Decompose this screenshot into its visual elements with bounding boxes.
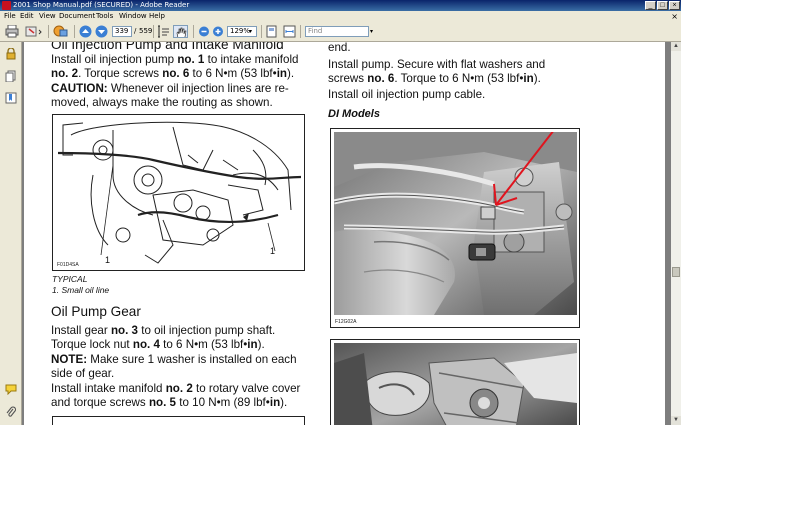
toolbar-separator <box>261 25 262 38</box>
document-page: Oil Injection Pump and Intake Manifold I… <box>24 42 665 425</box>
figure-code: F01D4SA <box>57 262 79 268</box>
figure-di-pump-photo: F12G02A <box>330 128 580 328</box>
toolbar-separator <box>300 25 301 38</box>
caution-paragraph: CAUTION: Whenever oil injection lines ar… <box>51 82 289 109</box>
pages-icon[interactable] <box>5 70 17 82</box>
maximize-button[interactable]: □ <box>657 1 668 10</box>
heading-oil-pump-gear: Oil Pump Gear <box>51 304 141 319</box>
menu-file[interactable]: File <box>4 11 16 22</box>
menu-window[interactable]: Window <box>119 11 147 22</box>
page-separator: / <box>134 27 137 35</box>
photo-code: F12G02A <box>335 319 357 325</box>
pump-photo <box>334 132 577 315</box>
callout-1-right: 1 <box>270 246 276 256</box>
attachments-paperclip-icon[interactable] <box>5 406 17 418</box>
title-bar: 2001 Shop Manual.pdf (SECURED) - Adobe R… <box>0 0 681 11</box>
paragraph-end-word: end. <box>328 42 351 54</box>
paragraph-install-pump-secure: Install pump. Secure with flat washers a… <box>328 58 546 85</box>
vertical-scrollbar[interactable]: ▲ ▼ <box>671 42 681 425</box>
email-attach-icon[interactable] <box>25 25 43 38</box>
paragraph-install-cable: Install oil injection pump cable. <box>328 88 486 101</box>
window-title: 2001 Shop Manual.pdf (SECURED) - Adobe R… <box>13 1 190 9</box>
fit-width-icon[interactable] <box>283 25 296 38</box>
note-paragraph: NOTE: Make sure 1 washer is installed on… <box>51 353 297 380</box>
close-button[interactable]: × <box>669 1 680 10</box>
menu-document[interactable]: Document <box>59 11 95 22</box>
adobe-reader-window: 2001 Shop Manual.pdf (SECURED) - Adobe R… <box>0 0 681 425</box>
menu-help[interactable]: Help <box>149 11 165 22</box>
scroll-up-arrow-icon[interactable]: ▲ <box>671 42 681 51</box>
collaborate-icon[interactable] <box>53 25 69 38</box>
bookmarks-icon[interactable] <box>5 92 17 104</box>
callout-1-left: 1 <box>105 255 111 265</box>
menu-bar: File Edit View Document Tools Window Hel… <box>0 11 681 22</box>
pump-line-drawing <box>57 121 302 264</box>
heading-di-models: DI Models <box>328 108 380 120</box>
print-icon[interactable] <box>5 25 19 38</box>
hand-tool-icon[interactable] <box>173 25 188 38</box>
document-close-icon[interactable]: × <box>671 11 678 22</box>
adobe-reader-app-icon <box>2 1 11 10</box>
figure-second-photo <box>330 339 580 425</box>
page-total: 559 <box>139 27 153 35</box>
figure-caption-item: 1. Small oil line <box>52 285 110 295</box>
toolbar: 339 / 559 129% ▾ Find ▾ <box>0 22 681 42</box>
find-input[interactable]: Find <box>305 26 369 37</box>
scrollbar-thumb[interactable] <box>672 267 680 277</box>
paragraph-install-gear: Install gear no. 3 to oil injection pump… <box>51 324 276 351</box>
next-page-icon[interactable] <box>95 25 108 38</box>
zoom-level-select[interactable]: 129% <box>227 26 257 37</box>
zoom-dropdown-chevron-icon[interactable]: ▾ <box>249 26 252 37</box>
select-text-icon[interactable] <box>157 25 170 38</box>
find-dropdown-chevron-icon[interactable]: ▾ <box>370 26 373 37</box>
menu-tools[interactable]: Tools <box>96 11 113 22</box>
zoom-out-icon[interactable] <box>198 25 210 38</box>
scroll-down-arrow-icon[interactable]: ▼ <box>671 416 681 425</box>
figure-partial-bottom <box>52 416 305 425</box>
heading-oil-injection-pump: Oil Injection Pump and Intake Manifold <box>51 42 284 52</box>
toolbar-separator <box>48 25 49 38</box>
paragraph-install-pump: Install oil injection pump no. 1 to inta… <box>51 53 299 80</box>
page-number-input[interactable]: 339 <box>112 26 132 37</box>
toolbar-separator <box>74 25 75 38</box>
minimize-button[interactable]: _ <box>645 1 656 10</box>
figure-oil-line-routing: F01D4SA 1 1 <box>52 114 305 271</box>
menu-edit[interactable]: Edit <box>20 11 34 22</box>
toolbar-separator <box>193 25 194 38</box>
second-pump-photo <box>334 343 577 425</box>
toolbar-separator <box>153 25 154 38</box>
security-lock-icon[interactable] <box>5 48 17 60</box>
navigation-pane <box>0 42 22 425</box>
comments-icon[interactable] <box>5 383 17 395</box>
previous-page-icon[interactable] <box>79 25 92 38</box>
paragraph-install-manifold: Install intake manifold no. 2 to rotary … <box>51 382 301 409</box>
figure-caption-title: TYPICAL <box>52 274 88 284</box>
zoom-in-icon[interactable] <box>212 25 224 38</box>
fit-page-icon[interactable] <box>265 25 278 38</box>
menu-view[interactable]: View <box>39 11 56 22</box>
